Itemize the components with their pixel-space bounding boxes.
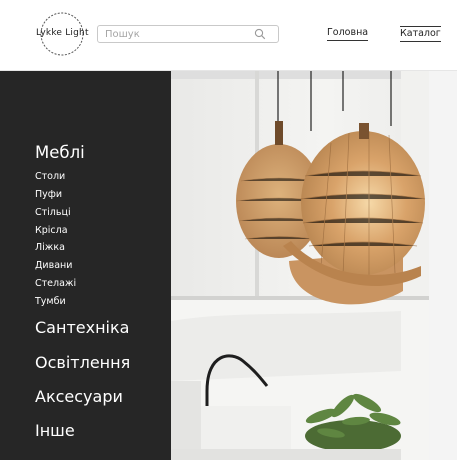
logo[interactable]: Lykke Light — [36, 12, 89, 56]
search-box[interactable] — [97, 25, 279, 43]
header: Lykke Light Головна Каталог — [0, 0, 457, 71]
page-edge-strip — [429, 71, 457, 460]
category-furniture[interactable]: Меблі — [35, 143, 85, 162]
subcategory-item[interactable]: Стільці — [35, 207, 71, 218]
subcategory-item[interactable]: Крісла — [35, 225, 68, 236]
subcategory-item[interactable]: Столи — [35, 171, 65, 182]
subcategory-item[interactable]: Пуфи — [35, 189, 62, 200]
category-plumbing[interactable]: Сантехніка — [35, 318, 129, 337]
subcategory-item[interactable]: Дивани — [35, 260, 72, 271]
hero-image — [171, 71, 429, 460]
search-input[interactable] — [105, 27, 245, 41]
pendant-lamps-photo — [171, 71, 429, 460]
category-other[interactable]: Інше — [35, 421, 75, 440]
search-icon[interactable] — [254, 28, 266, 40]
subcategory-item[interactable]: Стелажі — [35, 278, 76, 289]
nav-home-link[interactable]: Головна — [327, 27, 369, 41]
logo-text: Lykke Light — [36, 28, 89, 38]
category-sidebar: Меблі Столи Пуфи Стільці Крісла Ліжка Ди… — [0, 71, 171, 460]
subcategory-item[interactable]: Тумби — [35, 296, 66, 307]
nav-catalog-link[interactable]: Каталог — [400, 26, 441, 42]
category-accessories[interactable]: Аксесуари — [35, 387, 123, 406]
subcategory-item[interactable]: Ліжка — [35, 242, 65, 253]
category-lighting[interactable]: Освітлення — [35, 353, 130, 372]
